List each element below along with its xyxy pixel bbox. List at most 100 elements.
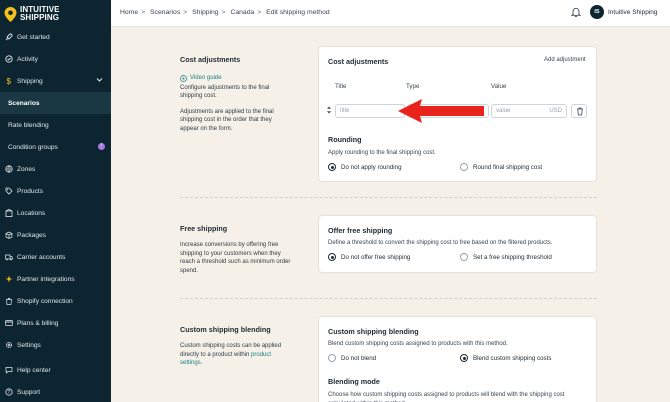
sidebar-item-label: Partner integrations bbox=[17, 275, 75, 283]
sidebar-item-support[interactable]: ? Support bbox=[0, 381, 111, 402]
card-subtitle: Blend custom shipping costs assigned to … bbox=[328, 341, 508, 347]
value-placeholder: value bbox=[496, 108, 511, 114]
user-name[interactable]: Intuitive Shipping bbox=[608, 9, 658, 16]
sidebar-item-scenarios[interactable]: Scenarios bbox=[0, 92, 111, 114]
custom-shipping-blending-card: Custom shipping blending Blend custom sh… bbox=[318, 316, 597, 402]
radio-circle bbox=[460, 163, 468, 171]
sidebar-item-partner-integrations[interactable]: Partner integrations bbox=[0, 268, 111, 290]
column-type: Type bbox=[406, 83, 420, 90]
section-text: Increase conversions by offering free sh… bbox=[180, 242, 291, 274]
globe-icon bbox=[4, 165, 13, 174]
app-logo[interactable]: INTUITIVE SHIPPING bbox=[4, 3, 109, 25]
delete-adjustment-button[interactable] bbox=[571, 104, 587, 118]
column-value: Value bbox=[491, 83, 507, 90]
sidebar-item-plans-billing[interactable]: Plans & billing bbox=[0, 312, 111, 334]
radio-circle bbox=[460, 354, 468, 362]
sidebar-item-packages[interactable]: Packages bbox=[0, 224, 111, 246]
sidebar-item-settings[interactable]: Settings bbox=[0, 334, 111, 356]
card-icon bbox=[4, 319, 13, 328]
sidebar-item-label: Get started bbox=[17, 33, 50, 41]
chevron-down-icon bbox=[96, 78, 103, 82]
radio-circle bbox=[328, 354, 336, 362]
play-circle-icon bbox=[180, 74, 187, 82]
sidebar-item-help-center[interactable]: Help center bbox=[0, 359, 111, 381]
dollar-icon: $ bbox=[4, 77, 13, 86]
card-subtitle: Define a threshold to convert the shippi… bbox=[328, 240, 553, 246]
breadcrumb-canada[interactable]: Canada bbox=[230, 9, 254, 16]
sidebar-item-label: Carrier accounts bbox=[17, 253, 66, 261]
radio-do-not-blend[interactable]: Do not blend bbox=[328, 354, 376, 362]
help-icon: ? bbox=[4, 388, 13, 397]
radio-round-final[interactable]: Round final shipping cost bbox=[460, 163, 542, 171]
breadcrumb-scenarios[interactable]: Scenarios bbox=[150, 9, 180, 16]
radio-label: Do not offer free shipping bbox=[341, 253, 411, 261]
radio-circle bbox=[328, 163, 336, 171]
video-guide-label: Video guide bbox=[190, 75, 222, 81]
section-title: Custom shipping blending bbox=[180, 325, 271, 334]
value-input[interactable]: value USD bbox=[491, 104, 567, 118]
sidebar-item-shipping[interactable]: $ Shipping bbox=[0, 70, 111, 92]
sidebar-item-condition-groups[interactable]: Condition groups ! bbox=[0, 136, 111, 158]
sidebar-item-label: Locations bbox=[17, 209, 46, 217]
sidebar-item-carrier-accounts[interactable]: Carrier accounts bbox=[0, 246, 111, 268]
breadcrumb-shipping[interactable]: Shipping bbox=[192, 9, 218, 16]
breadcrumb-current: Edit shipping method bbox=[266, 9, 330, 16]
sidebar-item-label: Condition groups bbox=[8, 143, 58, 151]
blending-description: Custom shipping blending Custom shipping… bbox=[180, 325, 300, 368]
sidebar-item-label: Packages bbox=[17, 231, 46, 239]
radio-label: Round final shipping cost bbox=[473, 163, 543, 171]
drag-handle-icon[interactable] bbox=[326, 106, 332, 114]
sidebar-item-rate-blending[interactable]: Rate blending bbox=[0, 114, 111, 136]
avatar[interactable]: IS bbox=[590, 5, 604, 19]
section-title: Free shipping bbox=[180, 224, 228, 233]
sidebar-item-label: Activity bbox=[17, 55, 38, 63]
sidebar-item-label: Products bbox=[17, 187, 44, 195]
blending-mode-title: Blending mode bbox=[328, 377, 380, 386]
sidebar-item-label: Help center bbox=[17, 366, 51, 374]
section-text: Adjustments are applied to the final shi… bbox=[180, 108, 274, 132]
add-adjustment-link[interactable]: Add adjustment bbox=[544, 57, 586, 63]
radio-blend-costs[interactable]: Blend custom shipping costs bbox=[460, 354, 551, 362]
box-icon bbox=[4, 231, 13, 240]
title-input[interactable]: title bbox=[335, 104, 405, 118]
activity-icon bbox=[4, 55, 13, 64]
offer-free-shipping-card: Offer free shipping Define a threshold t… bbox=[318, 215, 597, 273]
sidebar-item-label: Shipping bbox=[17, 77, 43, 85]
breadcrumb-home[interactable]: Home bbox=[120, 9, 138, 16]
top-bar: Home > Scenarios > Shipping > Canada > Edit … bbox=[111, 0, 670, 27]
truck-icon bbox=[4, 253, 13, 262]
svg-text:?: ? bbox=[7, 390, 10, 396]
radio-circle bbox=[460, 253, 468, 261]
section-text: Custom shipping costs can be applied dir… bbox=[180, 342, 292, 368]
card-title: Offer free shipping bbox=[328, 226, 393, 235]
rounding-subtitle: Apply rounding to the final shipping cos… bbox=[328, 150, 436, 156]
logo-line2: SHIPPING bbox=[20, 13, 60, 22]
sidebar-item-zones[interactable]: Zones bbox=[0, 158, 111, 180]
sidebar-item-label: Scenarios bbox=[8, 99, 40, 107]
sidebar-item-locations[interactable]: Locations bbox=[0, 202, 111, 224]
sidebar-item-activity[interactable]: Activity bbox=[0, 48, 111, 70]
bell-icon[interactable] bbox=[570, 6, 582, 18]
sidebar-item-label: Plans & billing bbox=[17, 319, 59, 327]
sidebar-item-get-started[interactable]: Get started bbox=[0, 26, 111, 48]
sidebar-item-label: Support bbox=[17, 388, 41, 396]
sidebar-item-label: Rate blending bbox=[8, 121, 49, 129]
rounding-title: Rounding bbox=[328, 135, 362, 144]
building-icon bbox=[4, 209, 13, 218]
sidebar-item-shopify-connection[interactable]: Shopify connection bbox=[0, 290, 111, 312]
column-title: Title bbox=[335, 83, 347, 90]
radio-free-threshold[interactable]: Set a free shipping threshold bbox=[460, 253, 552, 261]
radio-label: Do not blend bbox=[341, 354, 377, 362]
radio-no-free-shipping[interactable]: Do not offer free shipping bbox=[328, 253, 410, 261]
section-title: Cost adjustments bbox=[180, 55, 241, 64]
sidebar-item-label: Settings bbox=[17, 341, 41, 349]
video-guide-link[interactable]: Video guide bbox=[180, 74, 300, 83]
section-text: Configure adjustments to the final shipp… bbox=[180, 84, 270, 100]
chat-icon bbox=[4, 366, 13, 375]
section-divider bbox=[180, 298, 597, 299]
sparkle-icon bbox=[4, 275, 13, 284]
free-shipping-description: Free shipping Increase conversions by of… bbox=[180, 224, 300, 275]
sidebar-item-products[interactable]: Products bbox=[0, 180, 111, 202]
radio-circle bbox=[328, 253, 336, 261]
radio-no-rounding[interactable]: Do not apply rounding bbox=[328, 163, 402, 171]
